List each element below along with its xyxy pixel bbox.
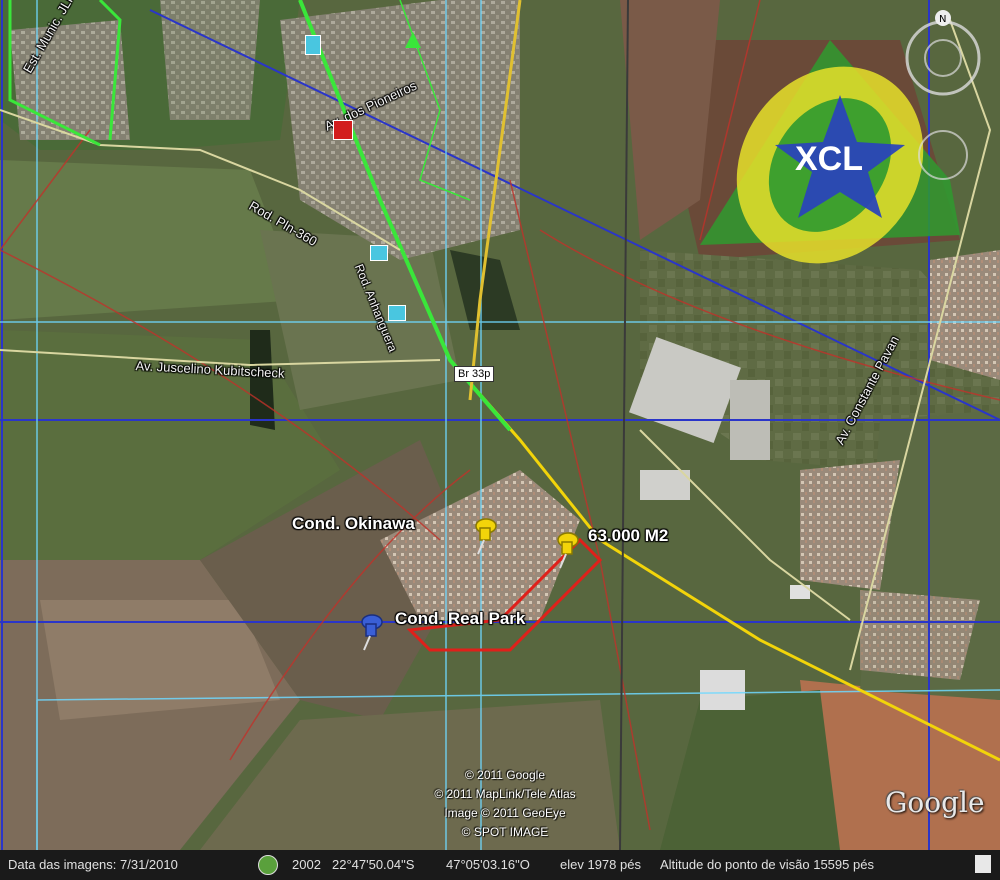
history-clock-icon[interactable] (258, 855, 278, 875)
yellow-pushpin-icon[interactable] (466, 516, 500, 556)
north-icon: N (939, 14, 946, 25)
cyan-poi-icon[interactable] (370, 245, 388, 261)
satellite-map[interactable]: Rod. Pln-360 Av. Juscelino Kubitscheck A… (0, 0, 1000, 880)
yellow-pushpin-icon[interactable] (548, 530, 582, 570)
xcl-logo-text: XCL (795, 140, 863, 178)
image-date: Data das imagens: 7/31/2010 (8, 857, 178, 872)
eye-altitude-readout: Altitude do ponto de visão 15595 pés (660, 857, 874, 872)
red-poi-icon[interactable] (333, 120, 353, 140)
latitude-readout: 22°47'50.04"S (332, 857, 415, 872)
placemark-label-real-park[interactable]: Cond. Real Park (395, 609, 525, 629)
credit-line: © SPOT IMAGE (461, 825, 549, 839)
terrain-layer (0, 0, 1000, 880)
credit-line: © 2011 Google (464, 768, 545, 782)
longitude-readout: 47°05'03.16"O (446, 857, 530, 872)
status-bar: Data das imagens: 7/31/2010 2002 22°47'5… (0, 850, 1000, 880)
credit-line: © 2011 MapLink/Tele Atlas (434, 787, 576, 801)
imagery-year: 2002 (292, 857, 321, 872)
blue-pushpin-icon[interactable] (352, 612, 386, 652)
cyan-poi-icon[interactable] (388, 305, 406, 321)
placemark-label-63000m2[interactable]: 63.000 M2 (588, 526, 668, 546)
credit-line: Image © 2011 GeoEye (444, 806, 566, 820)
cyan-poi-icon[interactable] (305, 35, 321, 55)
tree-icon[interactable] (405, 32, 421, 48)
elevation-readout: elev 1978 pés (560, 857, 641, 872)
navigation-controls[interactable]: N (895, 10, 995, 190)
imagery-credits: © 2011 Google © 2011 MapLink/Tele Atlas … (395, 766, 615, 842)
google-logo: Google (885, 786, 985, 819)
streaming-indicator-icon (975, 855, 991, 873)
road-marker: Br 33p (454, 366, 495, 382)
placemark-label-okinawa[interactable]: Cond. Okinawa (292, 514, 415, 534)
